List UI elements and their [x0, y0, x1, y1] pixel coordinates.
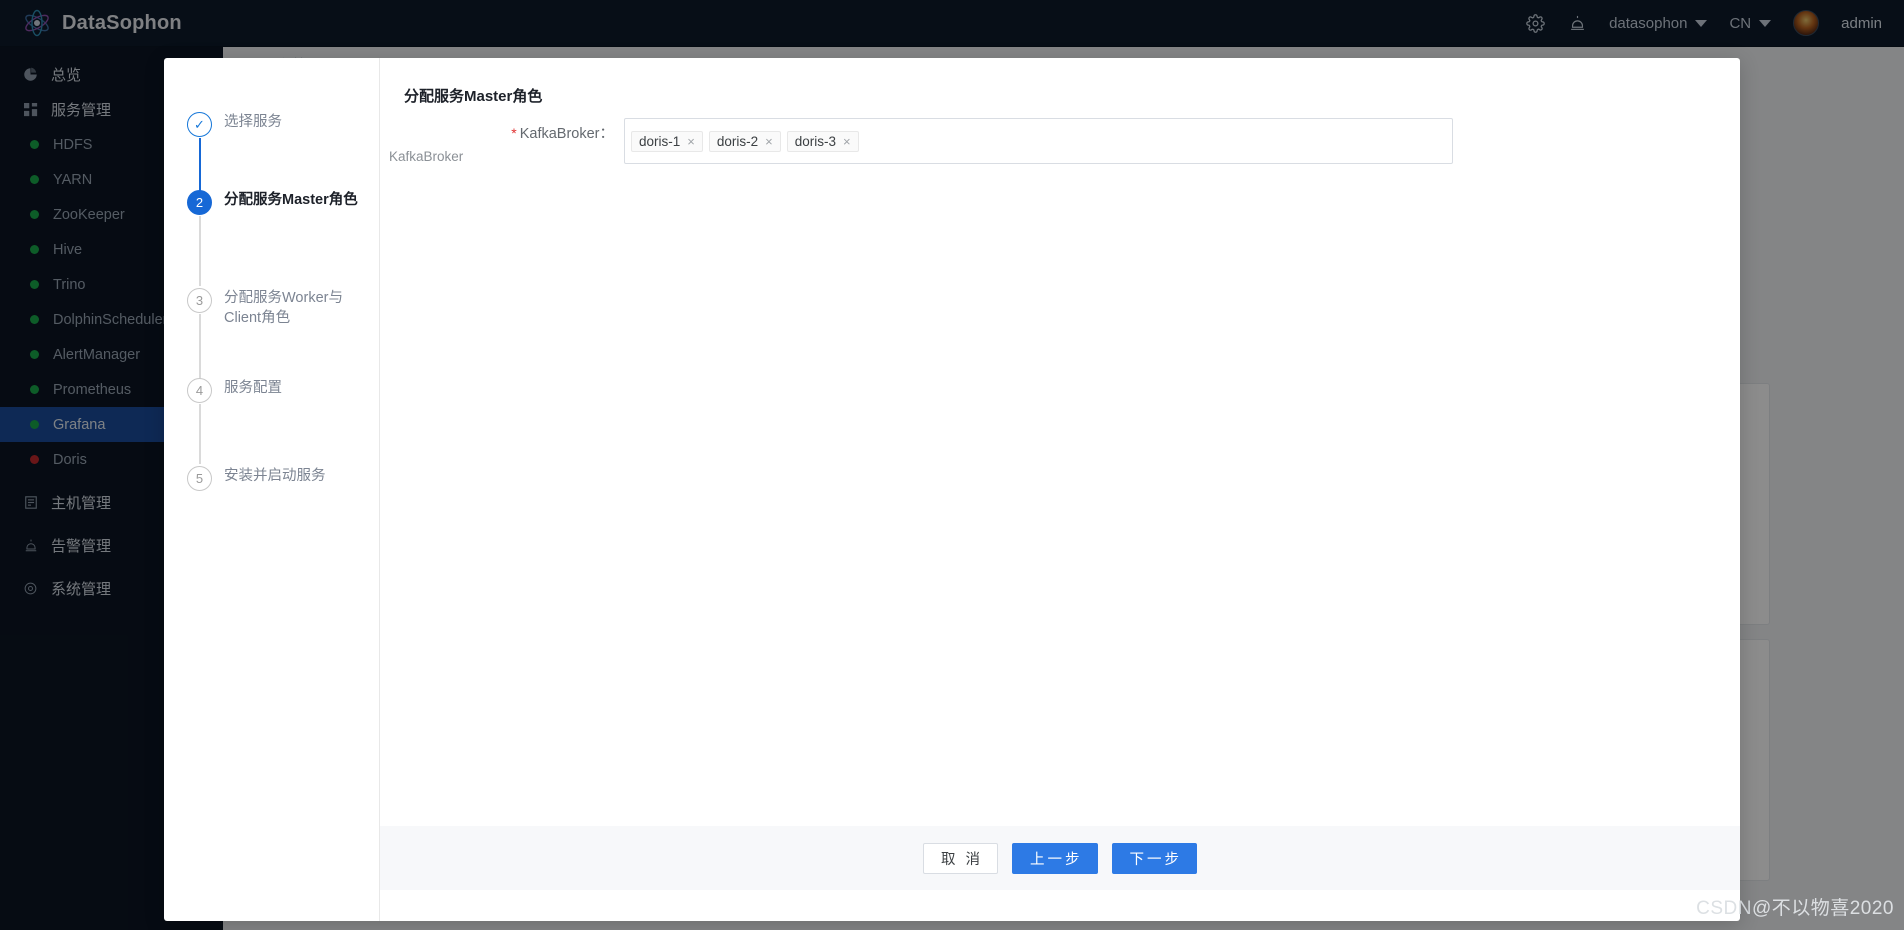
cancel-button[interactable]: 取 消 [922, 842, 999, 874]
previous-step-button[interactable]: 上一步 [1012, 842, 1098, 874]
modal-body: ✓ 选择服务 2 分配服务Master角色 3 分配服务Worker与Clien… [164, 58, 1740, 921]
close-icon[interactable]: × [843, 135, 851, 148]
form-label-text: KafkaBroker： [519, 126, 614, 142]
host-tag-label: doris-3 [794, 133, 836, 149]
form-sublabel: KafkaBroker [389, 149, 464, 164]
step-label: 服务配置 [224, 380, 282, 396]
watermark-text: @不以物喜2020 [1751, 898, 1894, 919]
service-install-wizard-modal: ✓ 选择服务 2 分配服务Master角色 3 分配服务Worker与Clien… [164, 58, 1740, 921]
close-icon[interactable]: × [765, 135, 773, 148]
step-label: 选择服务 [224, 114, 282, 130]
kafkabroker-host-select[interactable]: doris-1 × doris-2 × doris-3 × [624, 118, 1453, 164]
close-icon[interactable]: × [687, 135, 695, 148]
watermark: CSDN@不以物喜2020 [1696, 893, 1894, 920]
wizard-step-5[interactable]: 5 安装并启动服务 [164, 444, 379, 522]
step-label: 安装并启动服务 [224, 468, 326, 484]
watermark-prefix: CSDN [1696, 898, 1752, 919]
wizard-step-2[interactable]: 2 分配服务Master角色 [164, 168, 379, 286]
host-tag[interactable]: doris-3 × [786, 130, 859, 152]
page-title: 分配服务Master角色 [404, 88, 543, 105]
step-label: 分配服务Master角色 [224, 192, 358, 208]
step-label: 分配服务Worker与Client角色 [224, 290, 343, 326]
next-step-button[interactable]: 下一步 [1111, 842, 1198, 874]
step-marker: 3 [187, 288, 212, 313]
host-tag-label: doris-2 [716, 133, 759, 149]
wizard-step-4[interactable]: 4 服务配置 [164, 356, 379, 464]
form-label-line: * KafkaBroker： [380, 122, 614, 143]
host-tag[interactable]: doris-1 × [631, 130, 703, 152]
wizard-steps: ✓ 选择服务 2 分配服务Master角色 3 分配服务Worker与Clien… [164, 58, 380, 921]
wizard-step-3[interactable]: 3 分配服务Worker与Client角色 [164, 266, 379, 384]
host-tag-label: doris-1 [639, 133, 681, 149]
step-marker: ✓ [187, 112, 212, 137]
host-tag[interactable]: doris-2 × [708, 130, 781, 152]
step-marker: 2 [187, 190, 212, 215]
step-marker: 4 [187, 378, 212, 403]
app-root: DataSophon datasophon CN admin 总览 服务管理 H… [0, 0, 1904, 930]
wizard-step-1[interactable]: ✓ 选择服务 [164, 90, 379, 198]
form-row-kafkabroker: * KafkaBroker： KafkaBroker doris-1 × dori… [380, 118, 1740, 164]
wizard-form-panel: 分配服务Master角色 * KafkaBroker： KafkaBroker d… [380, 58, 1740, 921]
form-label-group: * KafkaBroker： KafkaBroker [380, 118, 624, 164]
modal-footer: 取 消 上一步 下一步 [380, 826, 1740, 890]
required-marker: * [511, 125, 517, 141]
step-marker: 5 [187, 466, 212, 491]
